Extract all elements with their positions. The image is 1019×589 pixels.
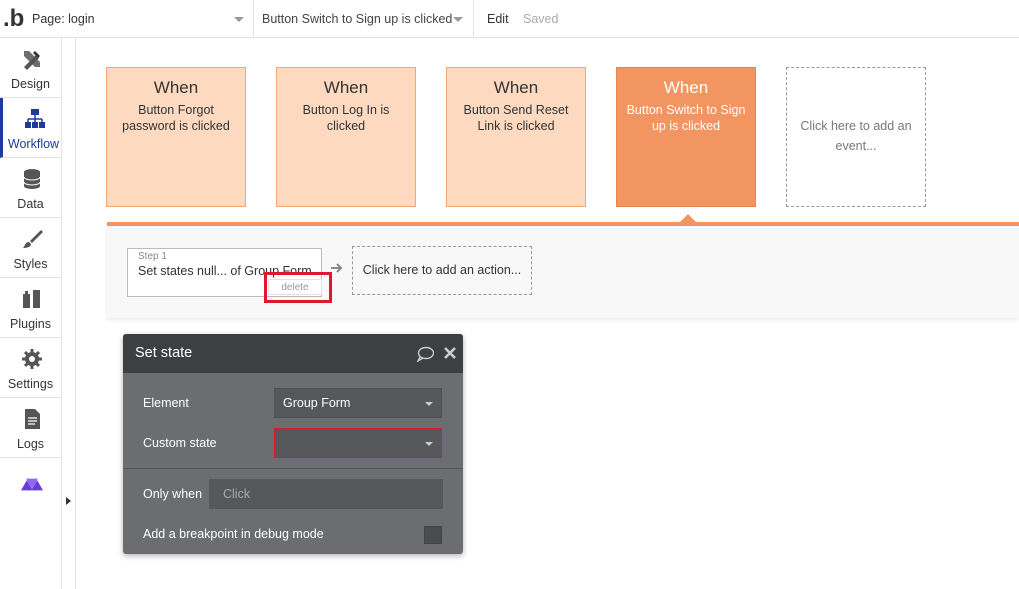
chevron-down-icon: [234, 17, 244, 22]
sidebar-item-label: Workflow: [7, 137, 60, 151]
sidebar-item-label: Settings: [7, 377, 54, 391]
sidebar-item-plugins[interactable]: Plugins: [0, 278, 61, 338]
comment-icon[interactable]: [416, 346, 434, 362]
sidebar-item-label: Data: [17, 197, 44, 211]
panel-title: Set state: [135, 345, 193, 361]
edit-menu[interactable]: Edit: [487, 0, 509, 38]
custom-state-label: Custom state: [143, 436, 217, 450]
plugin-icon: [23, 290, 40, 308]
element-dropdown-value: Group Form: [283, 396, 351, 410]
panel-header: Set state: [123, 334, 463, 373]
event-card-active[interactable]: When Button Switch to Sign up is clicked: [616, 67, 756, 207]
workflow-select[interactable]: Button Switch to Sign up is clicked: [254, 0, 474, 38]
event-card[interactable]: When Button Forgot password is clicked: [106, 67, 246, 207]
sidebar-item-label: Styles: [13, 257, 48, 271]
event-description: Button Log In is clicked: [302, 103, 390, 133]
event-when-label: When: [663, 78, 709, 97]
event-description: Button Switch to Sign up is clicked: [626, 103, 746, 133]
top-bar: .b Page: login Button Switch to Sign up …: [0, 0, 1019, 38]
arrow-right-icon: [331, 263, 343, 273]
brush-icon: [23, 230, 43, 248]
canvas-divider: [75, 38, 76, 589]
custom-state-dropdown[interactable]: [274, 428, 442, 458]
panel-divider: [123, 468, 463, 469]
sidebar-item-label: Plugins: [10, 317, 51, 331]
sidebar-item-logs[interactable]: Logs: [0, 398, 61, 458]
element-label: Element: [143, 396, 189, 410]
event-when-label: When: [493, 78, 539, 97]
sidebar-expand-icon[interactable]: [66, 497, 71, 505]
design-icon: [24, 51, 40, 70]
bubble-logo[interactable]: .b: [3, 5, 25, 33]
sidebar-item-design[interactable]: Design: [0, 38, 61, 98]
sidebar-item-settings[interactable]: Settings: [0, 338, 61, 398]
only-when-input[interactable]: Click: [209, 479, 443, 509]
event-card[interactable]: When Button Send Reset Link is clicked: [446, 67, 586, 207]
chevron-down-icon: [425, 402, 433, 406]
highlight-box: [264, 272, 332, 303]
brand-logo-icon: [21, 478, 43, 491]
sidebar-item-label: Design: [11, 77, 50, 91]
sidebar-item-plugin-brand[interactable]: [0, 458, 61, 518]
sidebar-item-workflow[interactable]: Workflow: [0, 98, 61, 158]
sidebar-item-styles[interactable]: Styles: [0, 218, 61, 278]
event-description: Button Send Reset Link is clicked: [463, 103, 569, 133]
page-select[interactable]: Page: login: [26, 0, 254, 38]
document-icon: [25, 409, 40, 429]
gear-icon: [22, 349, 42, 369]
set-state-panel: Set state Element Group Form Custom stat…: [123, 334, 463, 554]
sidebar-item-label: Logs: [16, 437, 45, 451]
add-event-button[interactable]: Click here to add an event...: [786, 67, 926, 207]
step-number: Step 1: [138, 251, 167, 262]
event-when-label: When: [323, 78, 369, 97]
only-when-label: Only when: [143, 487, 203, 501]
event-when-label: When: [153, 78, 199, 97]
add-action-button[interactable]: Click here to add an action...: [352, 246, 532, 295]
close-icon[interactable]: [443, 346, 457, 360]
workflow-select-label: Button Switch to Sign up is clicked: [262, 12, 453, 26]
event-card[interactable]: When Button Log In is clicked: [276, 67, 416, 207]
event-description: Button Forgot password is clicked: [122, 103, 230, 133]
sidebar: Design Workflow Data Styles Plugins Sett…: [0, 38, 62, 589]
element-dropdown[interactable]: Group Form: [274, 388, 442, 418]
page-select-label: Page: login: [32, 12, 95, 26]
chevron-down-icon: [425, 442, 433, 446]
database-icon: [23, 169, 41, 189]
breakpoint-checkbox[interactable]: [424, 526, 442, 544]
workflow-icon: [25, 109, 45, 128]
saved-status: Saved: [523, 12, 559, 26]
sidebar-item-data[interactable]: Data: [0, 158, 61, 218]
breakpoint-label: Add a breakpoint in debug mode: [143, 527, 324, 541]
chevron-down-icon: [453, 17, 463, 22]
